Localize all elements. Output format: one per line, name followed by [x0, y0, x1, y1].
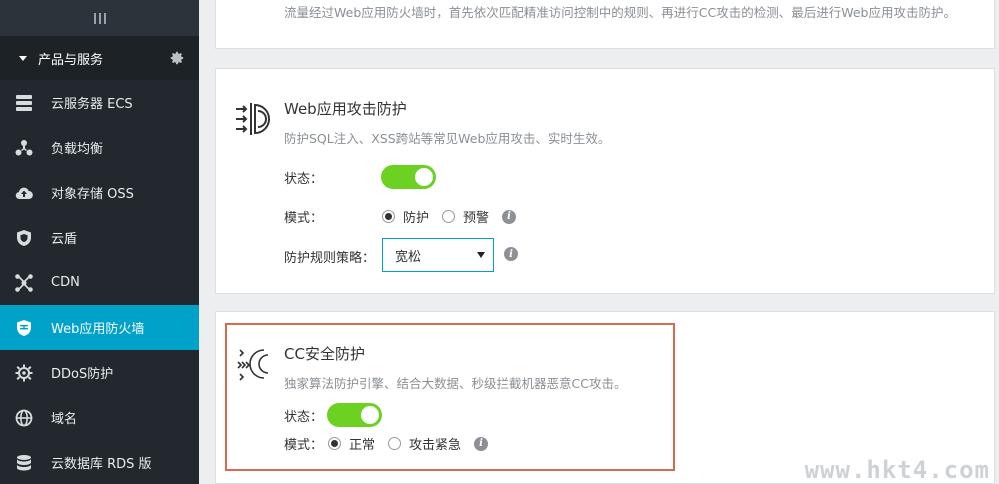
- globe-icon: [14, 408, 34, 428]
- sidebar-item-slb[interactable]: 负载均衡: [0, 125, 199, 170]
- info-icon[interactable]: i: [474, 436, 489, 451]
- policy-select[interactable]: 宽松: [382, 238, 494, 272]
- web-status-toggle[interactable]: [381, 165, 436, 189]
- sidebar-section-products[interactable]: 产品与服务: [0, 36, 199, 80]
- cc-status-label: 状态：: [284, 410, 324, 425]
- sidebar-item-rds[interactable]: 云数据库 RDS 版: [0, 440, 199, 484]
- sidebar-item-label: 对象存储 OSS: [51, 187, 134, 202]
- cloud-upload-icon: [14, 183, 34, 203]
- policy-select-value: 宽松: [395, 249, 422, 265]
- sidebar-item-label: 云服务器 ECS: [51, 97, 133, 112]
- web-protection-title: Web应用攻击防护: [284, 100, 407, 118]
- firewall-icon: [14, 318, 34, 338]
- mode-option-label: 正常: [349, 438, 376, 453]
- info-icon[interactable]: i: [502, 209, 517, 224]
- toggle-knob: [361, 406, 379, 424]
- web-protection-description: 防护SQL注入、XSS跨站等常见Web应用攻击、实时生效。: [284, 131, 611, 146]
- sidebar-item-label: DDoS防护: [51, 367, 114, 382]
- sidebar-item-label: 负载均衡: [51, 142, 104, 157]
- flow-description: 流量经过Web应用防火墙时，首先依次匹配精准访问控制中的规则、再进行CC攻击的检…: [284, 5, 956, 20]
- cc-protection-title: CC安全防护: [284, 345, 365, 363]
- info-icon[interactable]: i: [504, 247, 518, 261]
- watermark-text: www.hkt4.com: [804, 456, 990, 484]
- cc-protection-description: 独家算法防护引擎、结合大数据、秒级拦截机器恶意CC攻击。: [284, 376, 627, 391]
- web-defense-icon: [236, 103, 270, 135]
- load-balance-icon: [14, 138, 34, 158]
- gear-icon[interactable]: [169, 50, 185, 66]
- mode-radio-normal[interactable]: [328, 437, 341, 450]
- sidebar-item-domain[interactable]: 域名: [0, 395, 199, 440]
- caret-down-icon: [19, 55, 27, 61]
- toggle-knob: [415, 168, 433, 186]
- mode-radio-warning[interactable]: [442, 210, 456, 223]
- cdn-icon: [14, 273, 34, 293]
- sidebar-item-label: CDN: [51, 275, 80, 290]
- sidebar-collapse-handle[interactable]: [0, 0, 199, 36]
- sidebar-item-ddos[interactable]: DDoS防护: [0, 350, 199, 395]
- sidebar-item-label: 云盾: [51, 232, 78, 247]
- policy-label: 防护规则策略：: [284, 251, 376, 266]
- sidebar-item-cdn[interactable]: CDN: [0, 260, 199, 305]
- sidebar-item-ecs[interactable]: 云服务器 ECS: [0, 80, 199, 125]
- cc-defense-icon: [237, 349, 269, 381]
- shield-icon: [14, 228, 34, 248]
- sidebar-item-oss[interactable]: 对象存储 OSS: [0, 170, 199, 215]
- sidebar-item-waf[interactable]: Web应用防火墙: [0, 305, 199, 350]
- sidebar-item-yundun[interactable]: 云盾: [0, 215, 199, 260]
- web-protection-panel: Web应用攻击防护 防护SQL注入、XSS跨站等常见Web应用攻击、实时生效。 …: [215, 68, 995, 294]
- mode-option-label: 防护: [403, 211, 430, 226]
- mode-option-label: 攻击紧急: [409, 438, 462, 453]
- cc-mode-label: 模式：: [284, 438, 324, 453]
- mode-option-label: 预警: [463, 211, 490, 226]
- cc-mode-radio-group: 正常 攻击紧急 i: [328, 434, 489, 453]
- sidebar-item-label: Web应用防火墙: [51, 322, 145, 337]
- sidebar-item-label: 域名: [51, 412, 78, 427]
- web-mode-label: 模式：: [284, 211, 324, 226]
- ddos-icon: [14, 363, 34, 383]
- cc-status-toggle[interactable]: [327, 403, 382, 427]
- mode-radio-emergency[interactable]: [388, 437, 402, 450]
- server-icon: [14, 93, 34, 113]
- web-mode-radio-group: 防护 预警 i: [382, 207, 517, 226]
- caret-down-icon: [477, 252, 485, 258]
- grip-icon: [93, 12, 106, 24]
- sidebar-item-label: 云数据库 RDS 版: [51, 457, 152, 472]
- main-content: 流量经过Web应用防火墙时，首先依次匹配精准访问控制中的规则、再进行CC攻击的检…: [199, 0, 999, 484]
- sidebar-section-label: 产品与服务: [38, 52, 104, 68]
- sidebar: 产品与服务 云服务器 ECS 负载均衡 对象存储 OSS 云盾 CDN Web应…: [0, 0, 199, 484]
- mode-radio-protect[interactable]: [382, 210, 395, 223]
- web-status-label: 状态：: [284, 172, 324, 187]
- top-info-panel: 流量经过Web应用防火墙时，首先依次匹配精准访问控制中的规则、再进行CC攻击的检…: [215, 0, 995, 49]
- database-icon: [14, 453, 34, 473]
